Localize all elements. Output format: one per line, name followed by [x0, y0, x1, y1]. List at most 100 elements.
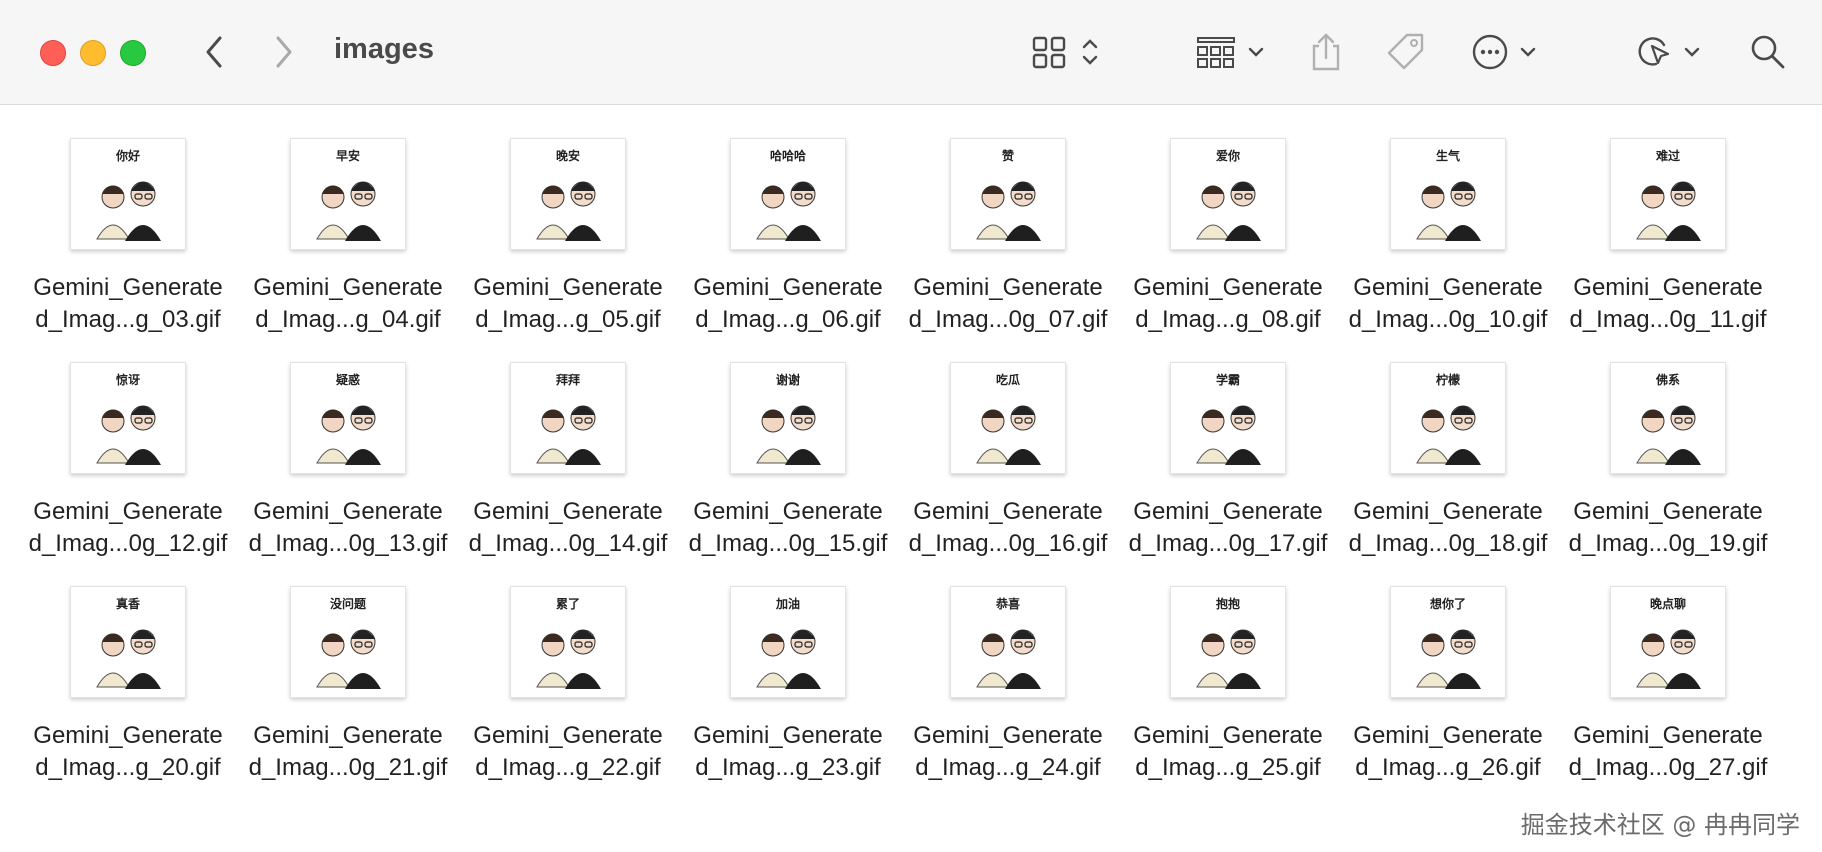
more-icon[interactable] [1470, 30, 1546, 74]
file-item[interactable]: 早安 Gemini_Generate d_Imag...g_04.gif [238, 130, 458, 344]
file-name[interactable]: Gemini_Generate d_Imag...g_08.gif [1118, 272, 1338, 336]
file-thumbnail[interactable]: 真香 [70, 586, 186, 698]
file-item[interactable]: 拜拜 Gemini_Generate d_Imag...0g_14.gif [458, 354, 678, 568]
file-item[interactable]: 谢谢 Gemini_Generate d_Imag...0g_15.gif [678, 354, 898, 568]
file-name[interactable]: Gemini_Generate d_Imag...0g_17.gif [1118, 496, 1338, 560]
file-name[interactable]: Gemini_Generate d_Imag...0g_16.gif [898, 496, 1118, 560]
file-name[interactable]: Gemini_Generate d_Imag...0g_27.gif [1558, 720, 1778, 784]
file-thumbnail[interactable]: 拜拜 [510, 362, 626, 474]
file-thumbnail[interactable]: 抱抱 [1170, 586, 1286, 698]
sticker-caption: 晚安 [555, 149, 580, 163]
file-thumbnail[interactable]: 学霸 [1170, 362, 1286, 474]
file-item[interactable]: 加油 Gemini_Generate d_Imag...g_23.gif [678, 578, 898, 792]
file-item[interactable]: 佛系 Gemini_Generate d_Imag...0g_19.gif [1558, 354, 1778, 568]
file-name-line2: d_Imag...0g_10.gif [1348, 306, 1548, 333]
file-name[interactable]: Gemini_Generate d_Imag...0g_13.gif [238, 496, 458, 560]
file-thumbnail[interactable]: 早安 [290, 138, 406, 250]
file-name-line1: Gemini_Generate [33, 498, 223, 525]
file-thumbnail[interactable]: 你好 [70, 138, 186, 250]
file-name[interactable]: Gemini_Generate d_Imag...g_23.gif [678, 720, 898, 784]
file-item[interactable]: 赞 Gemini_Generate d_Imag...0g_07.gif [898, 130, 1118, 344]
file-name-line2: d_Imag...0g_14.gif [468, 530, 668, 557]
file-thumbnail[interactable]: 佛系 [1610, 362, 1726, 474]
file-thumbnail[interactable]: 吃瓜 [950, 362, 1066, 474]
file-thumbnail[interactable]: 晚点聊 [1610, 586, 1726, 698]
file-name[interactable]: Gemini_Generate d_Imag...g_24.gif [898, 720, 1118, 784]
file-name[interactable]: Gemini_Generate d_Imag...g_05.gif [458, 272, 678, 336]
file-name[interactable]: Gemini_Generate d_Imag...g_20.gif [18, 720, 238, 784]
file-name[interactable]: Gemini_Generate d_Imag...g_26.gif [1338, 720, 1558, 784]
search-icon[interactable] [1748, 30, 1788, 74]
file-name[interactable]: Gemini_Generate d_Imag...0g_21.gif [238, 720, 458, 784]
file-name-line1: Gemini_Generate [693, 498, 883, 525]
file-name-line2: d_Imag...g_24.gif [915, 754, 1101, 781]
file-name[interactable]: Gemini_Generate d_Imag...g_22.gif [458, 720, 678, 784]
file-name[interactable]: Gemini_Generate d_Imag...0g_19.gif [1558, 496, 1778, 560]
file-name-line1: Gemini_Generate [693, 274, 883, 301]
zoom-window-button[interactable] [120, 40, 146, 66]
file-name-line2: d_Imag...0g_21.gif [248, 754, 448, 781]
file-item[interactable]: 生气 Gemini_Generate d_Imag...0g_10.gif [1338, 130, 1558, 344]
file-item[interactable]: 吃瓜 Gemini_Generate d_Imag...0g_16.gif [898, 354, 1118, 568]
file-name[interactable]: Gemini_Generate d_Imag...g_04.gif [238, 272, 458, 336]
file-item[interactable]: 难过 Gemini_Generate d_Imag...0g_11.gif [1558, 130, 1778, 344]
minimize-window-button[interactable] [80, 40, 106, 66]
watermark: 掘金技术社区 @ 冉冉同学 [1520, 811, 1800, 839]
file-item[interactable]: 爱你 Gemini_Generate d_Imag...g_08.gif [1118, 130, 1338, 344]
file-name-line1: Gemini_Generate [1573, 498, 1763, 525]
file-thumbnail[interactable]: 柠檬 [1390, 362, 1506, 474]
back-icon[interactable] [196, 30, 232, 74]
file-item[interactable]: 恭喜 Gemini_Generate d_Imag...g_24.gif [898, 578, 1118, 792]
file-item[interactable]: 疑惑 Gemini_Generate d_Imag...0g_13.gif [238, 354, 458, 568]
file-item[interactable]: 你好 Gemini_Generate d_Imag...g_03.gif [18, 130, 238, 344]
file-name[interactable]: Gemini_Generate d_Imag...g_25.gif [1118, 720, 1338, 784]
file-item[interactable]: 想你了 Gemini_Generate d_Imag...g_26.gif [1338, 578, 1558, 792]
file-thumbnail[interactable]: 恭喜 [950, 586, 1066, 698]
file-name[interactable]: Gemini_Generate d_Imag...g_03.gif [18, 272, 238, 336]
markup-icon[interactable] [1634, 30, 1710, 74]
file-thumbnail[interactable]: 晚安 [510, 138, 626, 250]
file-thumbnail[interactable]: 想你了 [1390, 586, 1506, 698]
file-item[interactable]: 学霸 Gemini_Generate d_Imag...0g_17.gif [1118, 354, 1338, 568]
sticker-caption: 你好 [115, 149, 140, 163]
file-item[interactable]: 晚安 Gemini_Generate d_Imag...g_05.gif [458, 130, 678, 344]
file-item[interactable]: 柠檬 Gemini_Generate d_Imag...0g_18.gif [1338, 354, 1558, 568]
file-name-line2: d_Imag...g_08.gif [1135, 306, 1321, 333]
sticker-caption: 加油 [775, 597, 800, 611]
file-item[interactable]: 惊讶 Gemini_Generate d_Imag...0g_12.gif [18, 354, 238, 568]
file-name[interactable]: Gemini_Generate d_Imag...0g_11.gif [1558, 272, 1778, 336]
file-thumbnail[interactable]: 累了 [510, 586, 626, 698]
file-item[interactable]: 累了 Gemini_Generate d_Imag...g_22.gif [458, 578, 678, 792]
file-thumbnail[interactable]: 赞 [950, 138, 1066, 250]
file-item[interactable]: 抱抱 Gemini_Generate d_Imag...g_25.gif [1118, 578, 1338, 792]
grid-view-icon[interactable] [1030, 30, 1104, 74]
file-name[interactable]: Gemini_Generate d_Imag...0g_12.gif [18, 496, 238, 560]
file-item[interactable]: 真香 Gemini_Generate d_Imag...g_20.gif [18, 578, 238, 792]
file-thumbnail[interactable]: 难过 [1610, 138, 1726, 250]
file-thumbnail[interactable]: 没问题 [290, 586, 406, 698]
sticker-caption: 累了 [555, 597, 580, 611]
forward-icon[interactable] [266, 30, 302, 74]
file-thumbnail[interactable]: 爱你 [1170, 138, 1286, 250]
file-name[interactable]: Gemini_Generate d_Imag...0g_18.gif [1338, 496, 1558, 560]
sticker-caption: 真香 [115, 597, 140, 611]
group-icon[interactable] [1196, 30, 1270, 74]
file-thumbnail[interactable]: 疑惑 [290, 362, 406, 474]
file-item[interactable]: 哈哈哈 Gemini_Generate d_Imag...g_06.gif [678, 130, 898, 344]
file-thumbnail[interactable]: 生气 [1390, 138, 1506, 250]
file-name-line1: Gemini_Generate [253, 498, 443, 525]
file-thumbnail[interactable]: 加油 [730, 586, 846, 698]
file-name[interactable]: Gemini_Generate d_Imag...0g_15.gif [678, 496, 898, 560]
share-icon[interactable] [1306, 30, 1346, 74]
file-thumbnail[interactable]: 谢谢 [730, 362, 846, 474]
file-item[interactable]: 晚点聊 Gemini_Generate d_Imag...0g_27.gif [1558, 578, 1778, 792]
file-name[interactable]: Gemini_Generate d_Imag...0g_07.gif [898, 272, 1118, 336]
close-window-button[interactable] [40, 40, 66, 66]
file-thumbnail[interactable]: 惊讶 [70, 362, 186, 474]
file-name[interactable]: Gemini_Generate d_Imag...0g_14.gif [458, 496, 678, 560]
file-item[interactable]: 没问题 Gemini_Generate d_Imag...0g_21.gif [238, 578, 458, 792]
file-name[interactable]: Gemini_Generate d_Imag...g_06.gif [678, 272, 898, 336]
tag-icon[interactable] [1384, 30, 1428, 74]
file-name[interactable]: Gemini_Generate d_Imag...0g_10.gif [1338, 272, 1558, 336]
file-thumbnail[interactable]: 哈哈哈 [730, 138, 846, 250]
